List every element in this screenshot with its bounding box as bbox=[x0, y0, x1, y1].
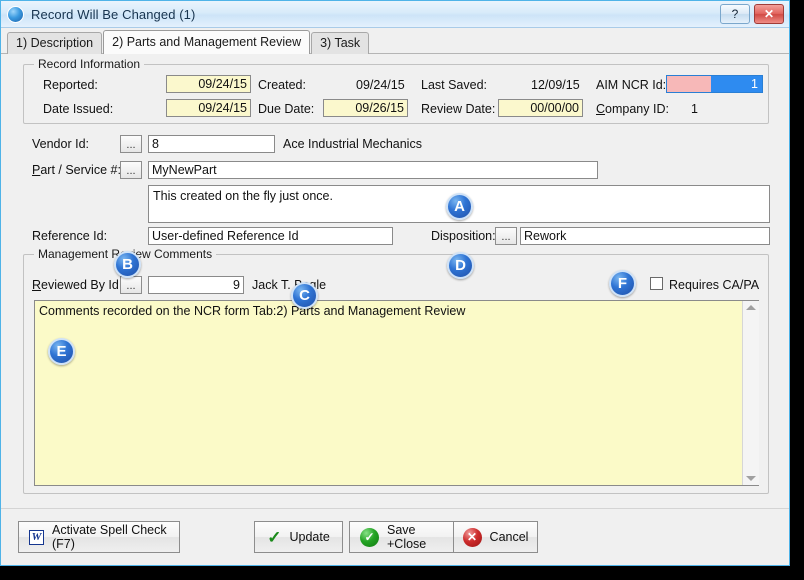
help-button[interactable]: ? bbox=[720, 4, 750, 24]
requires-capa-checkbox[interactable] bbox=[650, 277, 663, 290]
save-and-close-button[interactable]: ✓ Save +Close bbox=[349, 521, 457, 553]
record-information-group-label: Record Information bbox=[34, 57, 144, 71]
tab-parts-and-management-review[interactable]: 2) Parts and Management Review bbox=[103, 30, 310, 54]
form-panel: Record Information Reported: 09/24/15 Da… bbox=[1, 54, 789, 509]
company-id-value: 1 bbox=[691, 102, 698, 116]
reference-id-field[interactable]: User-defined Reference Id bbox=[148, 227, 393, 245]
aim-ncr-id-field[interactable]: 1 bbox=[666, 75, 763, 93]
window-drop-shadow-bottom bbox=[8, 566, 804, 580]
reported-label: Reported: bbox=[43, 78, 98, 92]
cancel-label: Cancel bbox=[490, 530, 529, 544]
reviewed-by-id-field[interactable]: 9 bbox=[148, 276, 244, 294]
red-x-circle-icon: ✕ bbox=[463, 528, 482, 547]
comments-vertical-scrollbar[interactable] bbox=[742, 301, 759, 485]
window-title: Record Will Be Changed (1) bbox=[31, 7, 195, 22]
dialog-window: Record Will Be Changed (1) ? ✕ 1) Descri… bbox=[0, 0, 790, 566]
activate-spell-check-button[interactable]: W Activate Spell Check (F7) bbox=[18, 521, 180, 553]
created-label: Created: bbox=[258, 78, 306, 92]
callout-badge-f: F bbox=[609, 270, 636, 297]
tab-description[interactable]: 1) Description bbox=[7, 32, 102, 54]
reference-id-label: Reference Id: bbox=[32, 229, 107, 243]
due-date-label: Due Date: bbox=[258, 102, 314, 116]
window-drop-shadow-right bbox=[790, 8, 804, 580]
green-check-circle-icon: ✓ bbox=[360, 528, 379, 547]
company-id-label: Company ID: bbox=[596, 102, 669, 116]
review-date-label: Review Date: bbox=[421, 102, 495, 116]
close-button[interactable]: ✕ bbox=[754, 4, 784, 24]
callout-badge-e: E bbox=[48, 338, 75, 365]
title-bar-buttons: ? ✕ bbox=[720, 4, 784, 24]
management-review-comments-textarea[interactable]: Comments recorded on the NCR form Tab:2)… bbox=[34, 300, 759, 486]
activate-spell-check-label: Activate Spell Check (F7) bbox=[52, 523, 169, 551]
management-review-comments-text: Comments recorded on the NCR form Tab:2)… bbox=[39, 304, 465, 318]
requires-capa-label: Requires CA/PA bbox=[669, 278, 759, 292]
aim-ncr-id-label: AIM NCR Id: bbox=[596, 78, 666, 92]
vendor-id-browse-button[interactable]: ... bbox=[120, 135, 142, 153]
scroll-up-arrow-icon[interactable] bbox=[746, 305, 756, 310]
cancel-button[interactable]: ✕ Cancel bbox=[453, 521, 538, 553]
vendor-id-label: Vendor Id: bbox=[32, 137, 89, 151]
checkmark-icon: ✓ bbox=[267, 529, 281, 546]
vendor-name: Ace Industrial Mechanics bbox=[283, 137, 422, 151]
save-and-close-label: Save +Close bbox=[387, 523, 446, 551]
reported-field[interactable]: 09/24/15 bbox=[166, 75, 251, 93]
review-date-field[interactable]: 00/00/00 bbox=[498, 99, 583, 117]
scroll-down-arrow-icon[interactable] bbox=[746, 476, 756, 481]
due-date-field[interactable]: 09/26/15 bbox=[323, 99, 408, 117]
callout-badge-a: A bbox=[446, 193, 473, 220]
title-bar[interactable]: Record Will Be Changed (1) ? ✕ bbox=[1, 1, 789, 28]
vendor-id-field[interactable]: 8 bbox=[148, 135, 275, 153]
update-label: Update bbox=[289, 530, 329, 544]
callout-badge-d: D bbox=[447, 252, 474, 279]
part-service-label: Part / Service #: bbox=[32, 163, 121, 177]
aim-ncr-id-value: 1 bbox=[711, 76, 762, 92]
globe-icon bbox=[7, 6, 24, 23]
date-issued-field[interactable]: 09/24/15 bbox=[166, 99, 251, 117]
dialog-footer: W Activate Spell Check (F7) ✓ Update ✓ S… bbox=[1, 508, 789, 565]
last-saved-label: Last Saved: bbox=[421, 78, 487, 92]
reviewed-by-id-label: Reviewed By Id: bbox=[32, 278, 122, 292]
disposition-browse-button[interactable]: ... bbox=[495, 227, 517, 245]
tab-task[interactable]: 3) Task bbox=[311, 32, 369, 54]
reviewed-by-browse-button[interactable]: ... bbox=[120, 276, 142, 294]
update-button[interactable]: ✓ Update bbox=[254, 521, 343, 553]
part-service-field[interactable]: MyNewPart bbox=[148, 161, 598, 179]
date-issued-label: Date Issued: bbox=[43, 102, 113, 116]
tab-strip: 1) Description 2) Parts and Management R… bbox=[1, 28, 789, 54]
last-saved-value: 12/09/15 bbox=[531, 78, 580, 92]
disposition-field[interactable]: Rework bbox=[520, 227, 770, 245]
disposition-label: Disposition: bbox=[431, 229, 496, 243]
part-service-browse-button[interactable]: ... bbox=[120, 161, 142, 179]
word-icon: W bbox=[29, 530, 44, 545]
callout-badge-c: C bbox=[291, 282, 318, 309]
callout-badge-b: B bbox=[114, 251, 141, 278]
aim-ncr-id-unselected bbox=[667, 76, 711, 92]
created-value: 09/24/15 bbox=[356, 78, 405, 92]
